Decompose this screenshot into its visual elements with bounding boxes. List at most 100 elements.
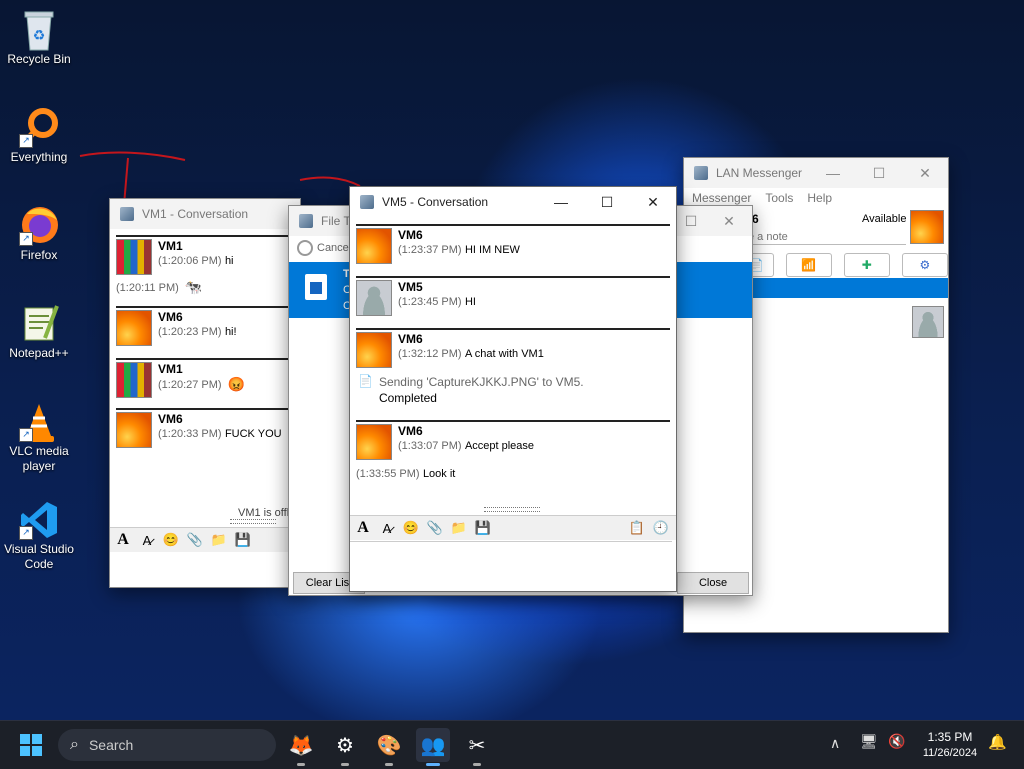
start-button[interactable] [14, 728, 48, 762]
desktop-icon-vlc[interactable]: ↗ VLC media player [0, 400, 78, 474]
angry-face-emoticon-icon: 😡 [227, 376, 246, 392]
desktop-icon-recycle-bin[interactable]: ♻ Recycle Bin [0, 8, 78, 67]
save-icon[interactable]: 💾 [474, 519, 492, 537]
message-entry: VM1 (1:20:27 PM) 😡 [116, 358, 294, 402]
minimize-button[interactable]: — [538, 187, 584, 217]
message-continuation: (1:33:55 PM) Look it [356, 468, 456, 480]
message-entry: VM6 (1:20:33 PM) FUCK YOU [116, 408, 294, 452]
resize-grip[interactable] [230, 519, 276, 525]
user-avatar[interactable] [910, 210, 944, 244]
clock[interactable]: 1:35 PM 11/26/2024 [918, 729, 982, 761]
vlc-cone-icon: ↗ [19, 400, 59, 442]
volume-muted-icon[interactable]: 🔇 [888, 733, 905, 750]
taskbar-firefox[interactable]: 🦊 [284, 728, 318, 766]
desktop: ♻ Recycle Bin ↗ Everything ↗ Firefox Not… [0, 0, 1024, 720]
avatar-vm6 [356, 332, 392, 368]
close-button[interactable]: ✕ [902, 158, 948, 188]
show-hidden-icons-chevron-icon[interactable]: ∧ [830, 735, 840, 752]
message-input[interactable] [350, 541, 672, 582]
taskbar: ⌕ Search 🦊 ⚙ 🎨 👥 ✂ ∧ 🖥 🔇 1:35 PM 11/26/2… [0, 720, 1024, 769]
status-label[interactable]: Available [862, 213, 906, 225]
taskbar-lan-messenger[interactable]: 👥 [416, 728, 450, 766]
send-file-icon[interactable]: 📎 [426, 519, 444, 537]
font-color-icon[interactable]: A̷ [378, 519, 396, 537]
shortcut-arrow-icon: ↗ [19, 134, 33, 148]
message-entry: VM6 (1:20:23 PM) hi! [116, 306, 294, 350]
menu-help[interactable]: Help [807, 191, 832, 205]
message-continuation: (1:20:11 PM) 🐄 [116, 279, 203, 295]
cancel-button[interactable]: Cancel [317, 242, 351, 254]
taskbar-paint[interactable]: 🎨 [372, 728, 406, 766]
avatar-vm1 [116, 239, 152, 275]
notepad-plus-plus-icon [19, 302, 59, 342]
cow-emoticon-icon: 🐄 [184, 279, 203, 295]
message-entry: VM6 (1:33:07 PM) Accept please [356, 420, 670, 466]
lan-messenger-titlebar[interactable]: LAN Messenger — ☐ ✕ [684, 158, 948, 188]
taskbar-snipping-tool[interactable]: ✂ [460, 728, 494, 766]
add-group-icon[interactable]: ✚ [843, 253, 890, 277]
font-icon[interactable]: A [114, 531, 132, 549]
broadcast-icon[interactable]: 📶 [785, 253, 832, 277]
file-transfer-app-icon [299, 214, 313, 228]
vm1-format-toolbar: A A̷ 😊 📎 📁 💾 [110, 527, 300, 552]
send-file-icon[interactable]: 📎 [186, 531, 204, 549]
personal-note-input[interactable] [746, 230, 906, 245]
message-entry: VM1 (1:20:06 PM) hi [116, 235, 294, 279]
maximize-button[interactable]: ☐ [584, 187, 630, 217]
desktop-icon-notepad-plus-plus[interactable]: Notepad++ [0, 302, 78, 361]
svg-text:♻: ♻ [33, 27, 46, 43]
font-icon[interactable]: A [354, 519, 372, 537]
font-color-icon[interactable]: A̷ [138, 531, 156, 549]
menu-messenger[interactable]: Messenger [692, 191, 751, 205]
magnifier-icon: ↗ [19, 106, 59, 148]
gear-icon: ⚙ [336, 734, 354, 757]
minimize-button[interactable]: — [810, 158, 856, 188]
avatar-vm1 [116, 362, 152, 398]
avatar-vm6 [356, 424, 392, 460]
maximize-button[interactable]: ☐ [856, 158, 902, 188]
shortcut-arrow-icon: ↗ [19, 232, 33, 246]
user-name: 6 [752, 212, 759, 226]
vm1-titlebar[interactable]: VM1 - Conversation [110, 199, 300, 229]
cancel-icon[interactable] [297, 240, 313, 256]
desktop-icon-everything[interactable]: ↗ Everything [0, 106, 78, 165]
paint-palette-icon: 🎨 [376, 734, 402, 757]
vm5-conversation-window[interactable]: VM5 - Conversation — ☐ ✕ VM6 (1:23:37 PM… [349, 186, 677, 592]
vm1-message-history: VM1 (1:20:06 PM) hi (1:20:11 PM) 🐄 VM6 (… [110, 229, 300, 452]
recycle-bin-icon: ♻ [19, 8, 59, 51]
contact-avatar[interactable] [912, 306, 944, 338]
shortcut-arrow-icon: ↗ [19, 526, 33, 540]
maximize-button[interactable]: ☐ [676, 206, 706, 236]
vscode-icon: ↗ [19, 498, 59, 540]
transfers-icon[interactable]: 📋 [628, 519, 646, 537]
desktop-icon-vscode[interactable]: ↗ Visual Studio Code [0, 498, 78, 572]
smiley-icon[interactable]: 😊 [162, 531, 180, 549]
file-transfer-notice: 📄 Sending 'CaptureKJKKJ.PNG' to VM5. Com… [358, 374, 668, 420]
avatar-vm6 [356, 228, 392, 264]
avatar-vm6 [116, 310, 152, 346]
message-entry: VM5 (1:23:45 PM) HI [356, 276, 670, 328]
message-entry: VM6 (1:23:37 PM) HI IM NEW [356, 224, 670, 276]
smiley-icon[interactable]: 😊 [402, 519, 420, 537]
network-icon[interactable]: 🖥 [860, 733, 878, 750]
vm1-conversation-window[interactable]: VM1 - Conversation VM1 (1:20:06 PM) hi (… [109, 198, 301, 588]
taskbar-search[interactable]: ⌕ Search [58, 729, 276, 761]
lan-messenger-app-icon [694, 166, 708, 180]
avatar-vm5 [356, 280, 392, 316]
vm5-format-toolbar: A A̷ 😊 📎 📁 💾 📋 🕘 [350, 515, 676, 540]
history-icon[interactable]: 🕘 [652, 519, 670, 537]
settings-icon[interactable]: ⚙ [901, 253, 948, 277]
search-icon: ⌕ [70, 736, 79, 753]
close-transfer-button[interactable]: Close [677, 572, 749, 594]
menu-tools[interactable]: Tools [765, 191, 793, 205]
send-folder-icon[interactable]: 📁 [450, 519, 468, 537]
taskbar-settings[interactable]: ⚙ [328, 728, 362, 766]
desktop-icon-firefox[interactable]: ↗ Firefox [0, 204, 78, 263]
notification-bell-icon[interactable]: 🔔 [988, 733, 1007, 751]
close-button[interactable]: ✕ [630, 187, 676, 217]
send-folder-icon[interactable]: 📁 [210, 531, 228, 549]
resize-grip[interactable] [484, 507, 540, 513]
save-icon[interactable]: 💾 [234, 531, 252, 549]
close-button[interactable]: ✕ [706, 206, 752, 236]
vm5-titlebar[interactable]: VM5 - Conversation — ☐ ✕ [350, 187, 676, 217]
